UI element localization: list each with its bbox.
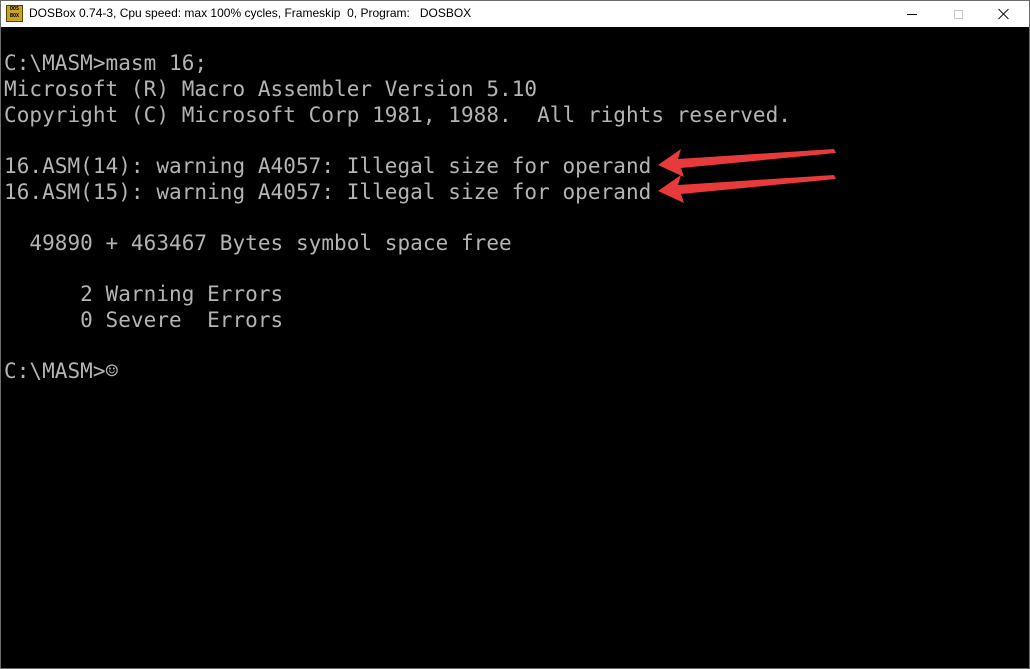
window-title: DOSBox 0.74-3, Cpu speed: max 100% cycle… [29, 6, 472, 20]
console-line-warning-2: 16.ASM(15): warning A4057: Illegal size … [4, 180, 652, 204]
maximize-button[interactable] [935, 1, 981, 27]
console-line-prompt: C:\MASM>☺ [4, 359, 119, 383]
dosbox-app-icon[interactable]: DOS BOX [6, 5, 23, 22]
maximize-icon [953, 9, 963, 19]
console-line-copyright: Copyright (C) Microsoft Corp 1981, 1988.… [4, 103, 791, 127]
console-line-symbol-space: 49890 + 463467 Bytes symbol space free [4, 231, 512, 255]
console-line-severe-count: 0 Severe Errors [4, 308, 284, 332]
dosbox-window: DOS BOX DOSBox 0.74-3, Cpu speed: max 10… [0, 0, 1030, 669]
minimize-icon [907, 13, 917, 15]
console-line-warning-count: 2 Warning Errors [4, 282, 284, 306]
annotation-arrow-2 [658, 175, 836, 203]
console-line-warning-1: 16.ASM(14): warning A4057: Illegal size … [4, 154, 652, 178]
console-line-command: C:\MASM>masm 16; [4, 51, 208, 75]
title-bar[interactable]: DOS BOX DOSBox 0.74-3, Cpu speed: max 10… [1, 1, 1029, 27]
close-icon [998, 8, 1010, 20]
minimize-button[interactable] [889, 1, 935, 27]
console-line-product: Microsoft (R) Macro Assembler Version 5.… [4, 77, 538, 101]
close-button[interactable] [981, 1, 1027, 27]
dos-console-screen[interactable]: C:\MASM>masm 16; Microsoft (R) Macro Ass… [1, 27, 1029, 668]
